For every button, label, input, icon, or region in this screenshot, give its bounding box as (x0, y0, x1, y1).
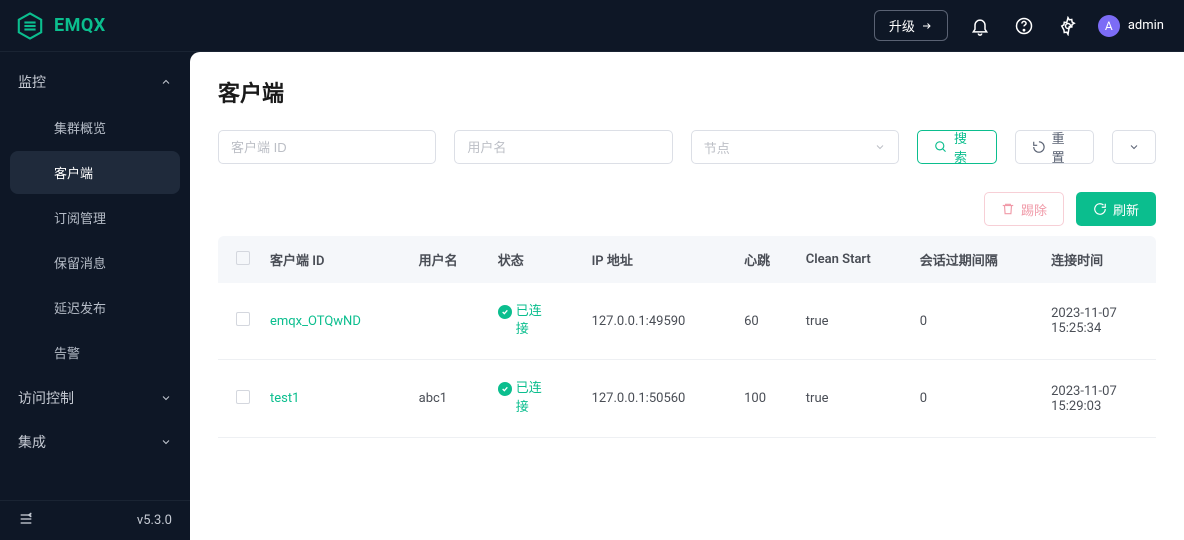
cell-expiry: 0 (910, 283, 1041, 360)
sidebar-item-alarms[interactable]: 告警 (10, 331, 180, 374)
app-header: EMQX 升级 A admin (0, 0, 1184, 52)
node-select[interactable]: 节点 (691, 130, 899, 164)
check-circle-icon (498, 382, 512, 396)
col-status: 状态 (488, 236, 582, 283)
username-label: admin (1128, 18, 1164, 33)
menu-group-label: 集成 (18, 432, 46, 452)
cell-keepalive: 60 (734, 283, 796, 360)
cell-clean-start: true (796, 360, 910, 437)
col-expiry: 会话过期间隔 (910, 236, 1041, 283)
sidebar: 监控 集群概览 客户端 订阅管理 保留消息 延迟发布 告警 访问控制 集成 v5… (0, 52, 190, 540)
cell-clean-start: true (796, 283, 910, 360)
upgrade-button[interactable]: 升级 (874, 10, 948, 41)
upgrade-label: 升级 (889, 16, 915, 35)
node-placeholder: 节点 (704, 138, 730, 157)
sidebar-item-delayed[interactable]: 延迟发布 (10, 286, 180, 329)
menu-group-integration[interactable]: 集成 (0, 420, 190, 464)
sidebar-collapse-button[interactable] (18, 511, 34, 531)
check-circle-icon (498, 305, 512, 319)
reset-icon (1032, 140, 1046, 154)
chevron-up-icon (160, 76, 172, 88)
status-badge: 已连接 (498, 380, 548, 416)
chevron-down-icon (874, 141, 886, 153)
sidebar-item-subscriptions[interactable]: 订阅管理 (10, 196, 180, 239)
menu-group-label: 访问控制 (18, 388, 74, 408)
search-icon (934, 140, 948, 154)
emqx-logo-icon (16, 12, 44, 40)
brand-logo[interactable]: EMQX (16, 12, 106, 40)
trash-icon (1001, 202, 1015, 216)
col-username: 用户名 (409, 236, 488, 283)
reset-label: 重置 (1052, 128, 1078, 166)
menu-group-label: 监控 (18, 72, 46, 92)
username-input[interactable] (454, 130, 672, 164)
notifications-icon[interactable] (968, 14, 992, 38)
menu-group-monitor[interactable]: 监控 (0, 60, 190, 104)
status-badge: 已连接 (498, 303, 548, 339)
cell-username (409, 283, 488, 360)
chevron-down-icon (160, 392, 172, 404)
select-all-checkbox[interactable] (236, 251, 250, 265)
col-clientid: 客户端 ID (260, 236, 409, 283)
kick-button[interactable]: 踢除 (984, 192, 1064, 226)
search-button[interactable]: 搜索 (917, 130, 997, 164)
search-label: 搜索 (954, 128, 980, 166)
filter-bar: 节点 搜索 重置 (218, 130, 1156, 164)
refresh-button[interactable]: 刷新 (1076, 192, 1156, 226)
user-avatar[interactable]: A (1098, 15, 1120, 37)
cell-ip: 127.0.0.1:50560 (582, 360, 735, 437)
col-connected-at: 连接时间 (1041, 236, 1156, 283)
action-bar: 踢除 刷新 (218, 192, 1156, 226)
row-checkbox[interactable] (236, 312, 250, 326)
col-ip: IP 地址 (582, 236, 735, 283)
cell-connected-at: 2023-11-0715:25:34 (1041, 283, 1156, 360)
col-clean-start: Clean Start (796, 236, 910, 283)
sidebar-item-cluster[interactable]: 集群概览 (10, 106, 180, 149)
brand-name: EMQX (54, 15, 106, 36)
cell-expiry: 0 (910, 360, 1041, 437)
table-row: emqx_OTQwND 已连接 127.0.0.1:49590 60 true … (218, 283, 1156, 360)
chevron-down-icon (1128, 141, 1140, 153)
kick-label: 踢除 (1021, 200, 1047, 219)
cell-keepalive: 100 (734, 360, 796, 437)
main-content: 客户端 节点 搜索 重置 踢除 (190, 52, 1184, 540)
clientid-link[interactable]: test1 (270, 391, 299, 406)
cell-connected-at: 2023-11-0715:29:03 (1041, 360, 1156, 437)
version-label: v5.3.0 (137, 513, 172, 528)
row-checkbox[interactable] (236, 390, 250, 404)
menu-group-access[interactable]: 访问控制 (0, 376, 190, 420)
cell-username: abc1 (409, 360, 488, 437)
clientid-link[interactable]: emqx_OTQwND (270, 314, 361, 329)
reset-button[interactable]: 重置 (1015, 130, 1095, 164)
table-header-row: 客户端 ID 用户名 状态 IP 地址 心跳 Clean Start 会话过期间… (218, 236, 1156, 283)
help-icon[interactable] (1012, 14, 1036, 38)
table-row: test1 abc1 已连接 127.0.0.1:50560 100 true … (218, 360, 1156, 437)
clientid-input[interactable] (218, 130, 436, 164)
refresh-icon (1093, 202, 1107, 216)
cell-ip: 127.0.0.1:49590 (582, 283, 735, 360)
refresh-label: 刷新 (1113, 200, 1139, 219)
expand-filters-button[interactable] (1112, 130, 1156, 164)
clients-table: 客户端 ID 用户名 状态 IP 地址 心跳 Clean Start 会话过期间… (218, 236, 1156, 438)
settings-icon[interactable] (1056, 14, 1080, 38)
sidebar-item-retained[interactable]: 保留消息 (10, 241, 180, 284)
sidebar-item-clients[interactable]: 客户端 (10, 151, 180, 194)
page-title: 客户端 (218, 76, 1156, 108)
col-keepalive: 心跳 (734, 236, 796, 283)
chevron-down-icon (160, 436, 172, 448)
arrow-right-icon (921, 20, 933, 32)
